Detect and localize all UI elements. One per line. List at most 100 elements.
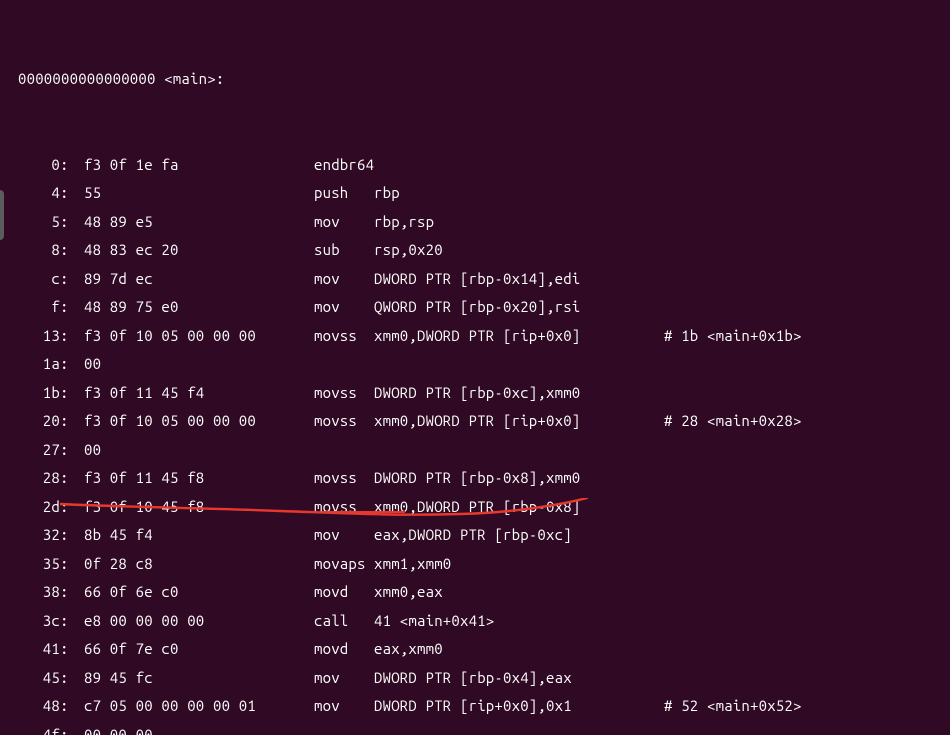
offset-colon: : [60, 721, 70, 735]
disasm-row: 4f:00 00 00 [18, 721, 940, 735]
opcode-bytes: 89 7d ec [70, 265, 314, 294]
mnemonic: mov [314, 208, 374, 237]
red-annotation-strike [322, 511, 405, 513]
disasm-rows: 0:f3 0f 1e faendbr644:55pushrbp5:48 89 e… [18, 151, 940, 735]
offset: 5 [18, 208, 60, 237]
mnemonic: endbr64 [314, 151, 374, 180]
mnemonic: mov [314, 692, 374, 721]
opcode-bytes: 00 [70, 436, 314, 465]
mnemonic: mov [314, 265, 374, 294]
offset-colon: : [60, 322, 70, 351]
offset-colon: : [60, 550, 70, 579]
offset: c [18, 265, 60, 294]
operands: DWORD PTR [rbp-0x8],xmm0 [374, 464, 664, 493]
offset: 38 [18, 578, 60, 607]
operands: rsp,0x20 [374, 236, 664, 265]
disasm-row: 32:8b 45 f4moveax,DWORD PTR [rbp-0xc] [18, 521, 940, 550]
operands: rbp [374, 179, 664, 208]
operands: xmm0,DWORD PTR [rip+0x0] [374, 407, 664, 436]
opcode-bytes: f3 0f 11 45 f8 [70, 464, 314, 493]
offset: 13 [18, 322, 60, 351]
offset-colon: : [60, 407, 70, 436]
offset-colon: : [60, 664, 70, 693]
operands: rbp,rsp [374, 208, 664, 237]
opcode-bytes: c7 05 00 00 00 00 01 [70, 692, 314, 721]
opcode-bytes: f3 0f 10 05 00 00 00 [70, 407, 314, 436]
operands: DWORD PTR [rip+0x0],0x1 [374, 692, 664, 721]
mnemonic: movd [314, 635, 374, 664]
opcode-bytes: f3 0f 1e fa [70, 151, 314, 180]
disasm-row: 0:f3 0f 1e faendbr64 [18, 151, 940, 180]
disasm-row: 28:f3 0f 11 45 f8movssDWORD PTR [rbp-0x8… [18, 464, 940, 493]
mnemonic: movss [314, 322, 374, 351]
operands: DWORD PTR [rbp-0x14],edi [374, 265, 664, 294]
offset-colon: : [60, 493, 70, 522]
comment: # 1b <main+0x1b> [664, 322, 802, 351]
disasm-row: 20:f3 0f 10 05 00 00 00movssxmm0,DWORD P… [18, 407, 940, 436]
mnemonic: push [314, 179, 374, 208]
disasm-row: 38:66 0f 6e c0movdxmm0,eax [18, 578, 940, 607]
offset-colon: : [60, 179, 70, 208]
opcode-bytes: 66 0f 7e c0 [70, 635, 314, 664]
offset: 27 [18, 436, 60, 465]
disasm-row: f:48 89 75 e0movQWORD PTR [rbp-0x20],rsi [18, 293, 940, 322]
opcode-bytes: 55 [70, 179, 314, 208]
offset: 0 [18, 151, 60, 180]
operands: DWORD PTR [rbp-0x4],eax [374, 664, 664, 693]
disasm-row: 5:48 89 e5movrbp,rsp [18, 208, 940, 237]
mnemonic: movaps [314, 550, 374, 579]
mnemonic: mov [314, 521, 374, 550]
disasm-header: 0000000000000000 <main>: [18, 65, 940, 94]
offset-colon: : [60, 265, 70, 294]
comment: # 52 <main+0x52> [664, 692, 802, 721]
offset-colon: : [60, 464, 70, 493]
disasm-row: 1a:00 [18, 350, 940, 379]
offset-colon: : [60, 379, 70, 408]
disasm-row: 27:00 [18, 436, 940, 465]
offset: 48 [18, 692, 60, 721]
mnemonic: movss [314, 407, 374, 436]
offset: 45 [18, 664, 60, 693]
opcode-bytes: f3 0f 11 45 f4 [70, 379, 314, 408]
disasm-row: 45:89 45 fcmovDWORD PTR [rbp-0x4],eax [18, 664, 940, 693]
comment: # 28 <main+0x28> [664, 407, 802, 436]
offset: 1a [18, 350, 60, 379]
disasm-row: 41:66 0f 7e c0movdeax,xmm0 [18, 635, 940, 664]
operands: xmm0,DWORD PTR [rip+0x0] [374, 322, 664, 351]
opcode-bytes: 0f 28 c8 [70, 550, 314, 579]
opcode-bytes: 66 0f 6e c0 [70, 578, 314, 607]
terminal-output: 0000000000000000 <main>: 0:f3 0f 1e faen… [0, 0, 950, 735]
operands: eax,DWORD PTR [rbp-0xc] [374, 521, 664, 550]
operands: xmm0,eax [374, 578, 664, 607]
offset: 4 [18, 179, 60, 208]
mnemonic: movss [314, 493, 374, 522]
offset-colon: : [60, 151, 70, 180]
offset-colon: : [60, 208, 70, 237]
opcode-bytes: 8b 45 f4 [70, 521, 314, 550]
offset-colon: : [60, 521, 70, 550]
mnemonic: mov [314, 293, 374, 322]
mnemonic: sub [314, 236, 374, 265]
opcode-bytes: 89 45 fc [70, 664, 314, 693]
offset-colon: : [60, 436, 70, 465]
offset-colon: : [60, 293, 70, 322]
disasm-row: 4:55pushrbp [18, 179, 940, 208]
offset-colon: : [60, 607, 70, 636]
disasm-row: 48:c7 05 00 00 00 00 01movDWORD PTR [rip… [18, 692, 940, 721]
offset: f [18, 293, 60, 322]
opcode-bytes: f3 0f 10 45 f8 [70, 493, 314, 522]
offset: 8 [18, 236, 60, 265]
offset: 32 [18, 521, 60, 550]
opcode-bytes: f3 0f 10 05 00 00 00 [70, 322, 314, 351]
disasm-row: 1b:f3 0f 11 45 f4movssDWORD PTR [rbp-0xc… [18, 379, 940, 408]
offset: 35 [18, 550, 60, 579]
disasm-row: 3c:e8 00 00 00 00call41 <main+0x41> [18, 607, 940, 636]
offset: 41 [18, 635, 60, 664]
left-gutter-tab [0, 190, 4, 240]
disasm-row: 8:48 83 ec 20subrsp,0x20 [18, 236, 940, 265]
offset-colon: : [60, 578, 70, 607]
mnemonic: movd [314, 578, 374, 607]
mnemonic: movss [314, 464, 374, 493]
opcode-bytes: e8 00 00 00 00 [70, 607, 314, 636]
offset: 3c [18, 607, 60, 636]
